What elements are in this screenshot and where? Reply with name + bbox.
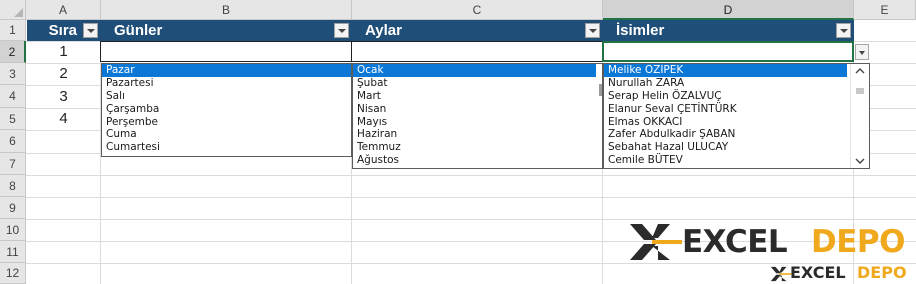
cell-sira-4[interactable]: 4: [27, 108, 100, 130]
row-header-11[interactable]: 11: [0, 241, 26, 263]
column-header-b[interactable]: B: [101, 0, 352, 20]
list-item[interactable]: Salı: [102, 90, 351, 103]
table-header-label: Sıra: [48, 22, 77, 39]
row-header-8[interactable]: 8: [0, 175, 26, 197]
scrollbar-thumb[interactable]: [856, 88, 864, 94]
dropdown-list-months[interactable]: Ocak Şubat Mart Nisan Mayıs Haziran Temm…: [352, 63, 603, 169]
list-item[interactable]: Cumartesi: [102, 141, 351, 154]
table-header-sira[interactable]: Sıra: [27, 20, 101, 41]
excel-depo-logo: EXCEL DEPO: [628, 222, 914, 262]
list-item[interactable]: Çarşamba: [102, 103, 351, 116]
list-item[interactable]: Zafer Abdulkadir ŞABAN: [604, 128, 869, 141]
list-item[interactable]: Elanur Seval ÇETİNTÜRK: [604, 103, 869, 116]
logo-text-depo: DEPO: [857, 263, 907, 282]
table-header-label: Aylar: [365, 22, 402, 39]
row-header-4[interactable]: 4: [0, 85, 26, 108]
filter-dropdown-icon[interactable]: [836, 23, 851, 38]
list-item[interactable]: Serap Helin ÖZALVUÇ: [604, 90, 869, 103]
vertical-scrollbar[interactable]: [850, 64, 869, 168]
list-item[interactable]: Cuma: [102, 128, 351, 141]
cell-sira-3[interactable]: 3: [27, 85, 100, 108]
table-header-gunler[interactable]: Günler: [101, 20, 352, 41]
table-header-isimler[interactable]: İsimler: [603, 20, 854, 41]
list-item[interactable]: Pazartesi: [102, 77, 351, 90]
list-item[interactable]: Perşembe: [102, 116, 351, 129]
dropdown-list-names[interactable]: Melike ÖZİPEK Nurullah ZARA Serap Helin …: [603, 63, 870, 169]
list-item[interactable]: Pazar: [102, 64, 351, 77]
list-item[interactable]: Nisan: [353, 103, 602, 116]
row-header-10[interactable]: 10: [0, 219, 26, 241]
cell-isimler-input[interactable]: [602, 41, 854, 62]
cell-gunler-input[interactable]: [100, 41, 352, 62]
list-item[interactable]: Ağustos: [353, 154, 602, 167]
list-item[interactable]: Sebahat Hazal ULUCAY: [604, 141, 869, 154]
column-header-c[interactable]: C: [352, 0, 603, 20]
data-validation-dropdown-button[interactable]: [855, 44, 869, 60]
column-header-e[interactable]: E: [854, 0, 916, 20]
cell-aylar-input[interactable]: [351, 41, 603, 62]
column-header-a[interactable]: A: [26, 0, 101, 20]
chevron-up-icon[interactable]: [855, 67, 865, 75]
row-header-2[interactable]: 2: [0, 41, 26, 63]
table-header-label: Günler: [114, 22, 163, 39]
row-header-6[interactable]: 6: [0, 130, 26, 153]
cell-sira-2[interactable]: 2: [27, 63, 100, 85]
list-item[interactable]: Temmuz: [353, 141, 602, 154]
row-header-1[interactable]: 1: [0, 20, 26, 41]
scrollbar-thumb[interactable]: [599, 84, 602, 96]
logo-text-depo: DEPO: [811, 224, 905, 260]
list-item[interactable]: Haziran: [353, 128, 602, 141]
logo-text-excel: EXCEL: [682, 224, 788, 260]
table-header-label: İsimler: [616, 22, 665, 39]
x-logo-icon: [770, 266, 792, 282]
list-item[interactable]: Şubat: [353, 77, 602, 90]
excel-depo-logo-small: EXCEL DEPO: [770, 263, 916, 284]
row-header-3[interactable]: 3: [0, 63, 26, 85]
list-item[interactable]: Mart: [353, 90, 602, 103]
row-header-12[interactable]: 12: [0, 263, 26, 284]
row-header-5[interactable]: 5: [0, 108, 26, 130]
dropdown-list-days[interactable]: Pazar Pazartesi Salı Çarşamba Perşembe C…: [101, 63, 352, 157]
filter-dropdown-icon[interactable]: [83, 23, 98, 38]
gridline-horizontal: [26, 197, 916, 198]
gridline-horizontal: [26, 175, 916, 176]
select-all-corner[interactable]: [0, 0, 26, 20]
filter-dropdown-icon[interactable]: [585, 23, 600, 38]
chevron-down-icon[interactable]: [855, 157, 865, 165]
list-item[interactable]: Cemile BÜTEV: [604, 154, 869, 167]
gridline-horizontal: [26, 219, 916, 220]
x-logo-icon: [630, 224, 682, 260]
cell-sira-1[interactable]: 1: [27, 41, 100, 63]
list-item[interactable]: Nurullah ZARA: [604, 77, 869, 90]
logo-text-excel: EXCEL: [790, 263, 846, 282]
list-item[interactable]: Elmas OKKACI: [604, 116, 869, 129]
row-header-7[interactable]: 7: [0, 153, 26, 175]
list-item[interactable]: Melike ÖZİPEK: [604, 64, 847, 77]
list-item[interactable]: Mayıs: [353, 116, 602, 129]
list-item[interactable]: Ocak: [353, 64, 596, 77]
row-header-9[interactable]: 9: [0, 197, 26, 219]
table-header-aylar[interactable]: Aylar: [352, 20, 603, 41]
filter-dropdown-icon[interactable]: [334, 23, 349, 38]
column-header-d[interactable]: D: [603, 0, 854, 20]
